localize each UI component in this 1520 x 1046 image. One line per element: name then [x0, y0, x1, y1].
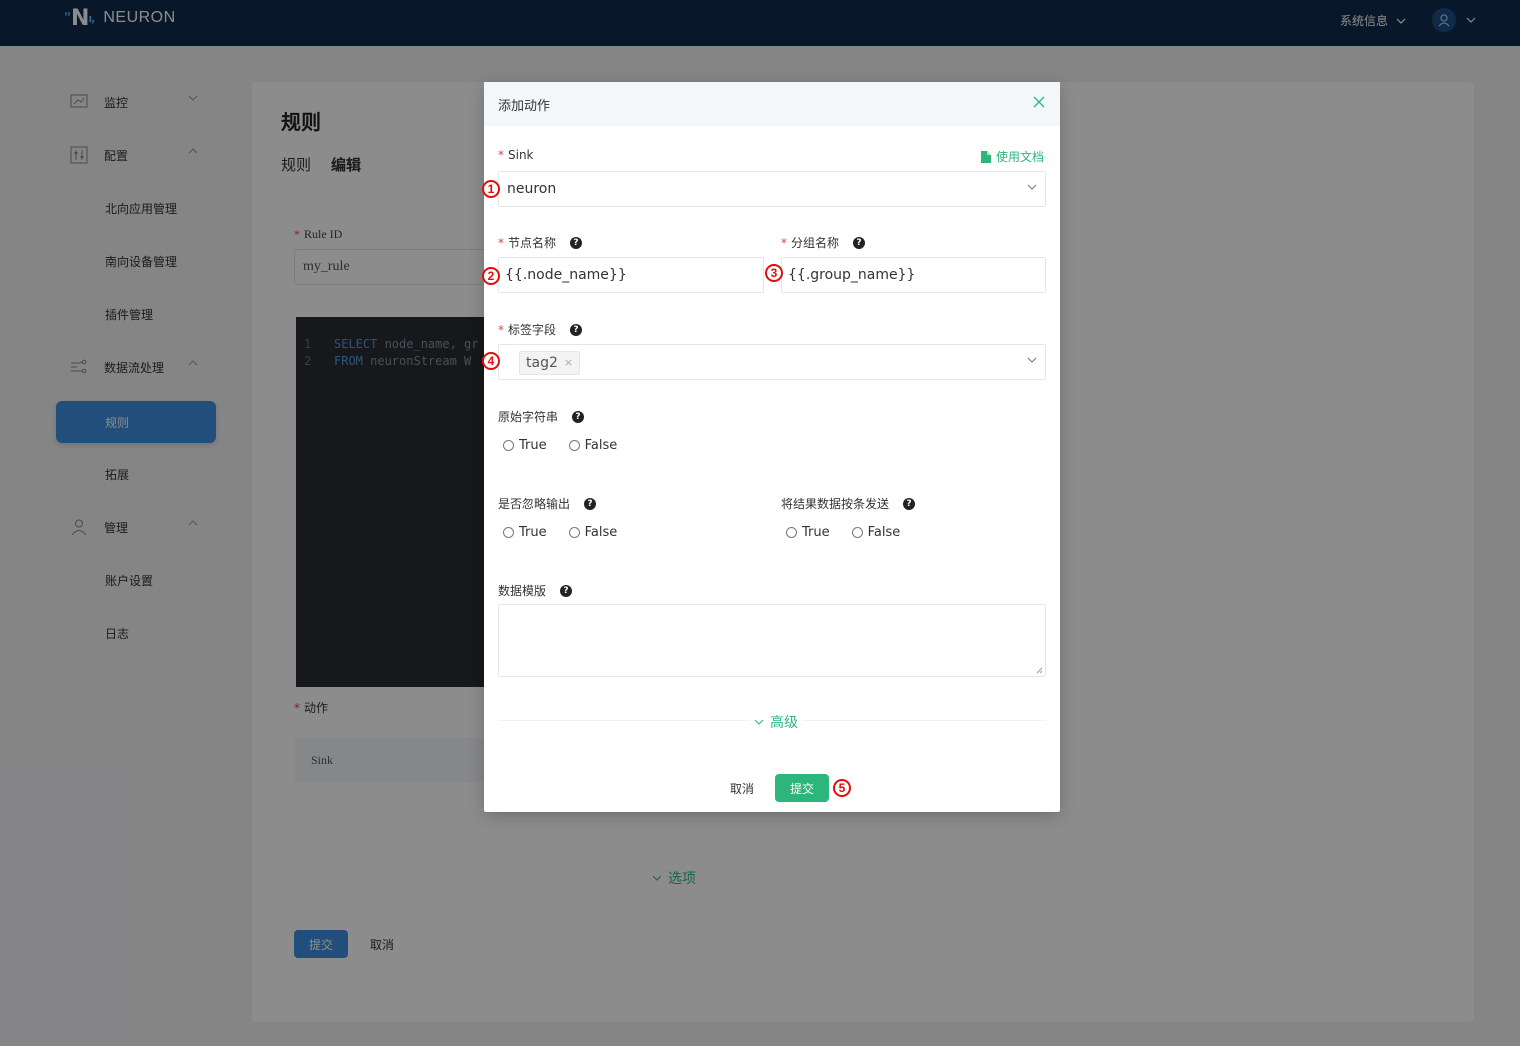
help-icon[interactable]: ?	[572, 410, 585, 423]
resize-handle-icon[interactable]	[1036, 667, 1043, 674]
chevron-down-icon	[1027, 184, 1037, 190]
radio-circle	[568, 527, 580, 538]
help-icon[interactable]: ?	[903, 497, 916, 510]
add-action-modal: 添加动作 * Sink 使用文档 neuron * 节点名称? * 分组名称? {{.…	[482, 82, 1060, 812]
modal-header: 添加动作	[484, 82, 1060, 126]
advanced-toggle[interactable]: 高级	[750, 712, 802, 732]
send-single-radio-group: True False	[786, 525, 900, 540]
raw-string-false-radio[interactable]: False	[568, 438, 617, 453]
omit-output-false-radio[interactable]: False	[568, 525, 617, 540]
group-name-label: * 分组名称?	[781, 234, 866, 251]
raw-string-label: 原始字符串?	[498, 408, 585, 425]
group-name-input[interactable]: {{.group_name}}	[781, 257, 1046, 293]
modal-cancel-button[interactable]: 取消	[730, 780, 754, 797]
node-name-label: * 节点名称?	[498, 234, 583, 251]
help-icon[interactable]: ?	[584, 497, 597, 510]
advanced-toggle-label: 高级	[770, 715, 798, 731]
sink-label: * Sink	[498, 148, 534, 162]
tags-select[interactable]: tag2 ×	[498, 344, 1046, 380]
raw-string-radio-group: True False	[503, 438, 617, 453]
radio-circle	[503, 527, 514, 538]
annotation-badge: 3	[765, 264, 783, 282]
docs-link[interactable]: 使用文档	[981, 148, 1044, 165]
raw-string-true-radio[interactable]: True	[503, 438, 547, 453]
sink-select[interactable]: neuron	[498, 171, 1046, 207]
send-single-false-radio[interactable]: False	[851, 525, 900, 540]
omit-output-true-radio[interactable]: True	[503, 525, 547, 540]
data-template-textarea[interactable]	[498, 604, 1046, 677]
modal-title: 添加动作	[498, 99, 551, 114]
annotation-badge: 4	[482, 352, 500, 370]
omit-output-radio-group: True False	[503, 525, 617, 540]
document-icon	[981, 150, 991, 163]
node-name-input[interactable]: {{.node_name}}	[498, 257, 764, 293]
send-single-label: 将结果数据按条发送?	[781, 495, 916, 512]
help-icon[interactable]: ?	[560, 584, 573, 597]
sink-select-value: neuron	[507, 181, 557, 197]
chevron-down-icon	[1027, 357, 1037, 363]
chevron-down-icon	[754, 719, 764, 725]
tags-label: * 标签字段?	[498, 321, 583, 338]
close-icon[interactable]	[1032, 95, 1046, 109]
annotation-badge: 5	[833, 779, 851, 797]
send-single-true-radio[interactable]: True	[786, 525, 830, 540]
help-icon[interactable]: ?	[853, 236, 866, 249]
radio-circle	[568, 440, 580, 451]
annotation-badge: 2	[482, 267, 500, 285]
omit-output-label: 是否忽略输出?	[498, 495, 597, 512]
data-template-label: 数据模版?	[498, 582, 573, 599]
radio-circle	[786, 527, 797, 538]
help-icon[interactable]: ?	[570, 236, 583, 249]
radio-circle	[503, 440, 514, 451]
help-icon[interactable]: ?	[570, 323, 583, 336]
remove-tag-icon[interactable]: ×	[564, 352, 573, 374]
modal-submit-button[interactable]: 提交	[775, 774, 829, 802]
annotation-badge: 1	[482, 180, 500, 198]
tag-chip: tag2 ×	[519, 351, 581, 375]
radio-circle	[851, 527, 863, 538]
